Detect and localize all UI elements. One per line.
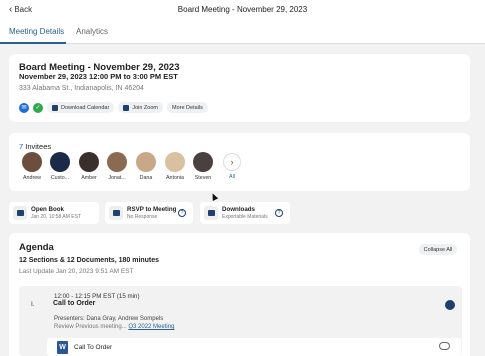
open-book-card[interactable]: Open Book Jan 20, 10:58 AM EST [9,202,99,224]
join-zoom-button[interactable]: Join Zoom [118,102,163,113]
calendar-icon [52,104,58,111]
active-tab-indicator [0,42,66,44]
check-icon[interactable]: ✓ [33,102,43,113]
invitee[interactable]: Amber [76,152,102,181]
video-icon [123,104,130,111]
rsvp-card[interactable]: RSVP to Meeting No Response ? [105,202,193,224]
avatar [79,152,99,172]
agenda-title: Agenda [19,242,54,253]
book-icon [13,206,27,220]
invitee[interactable]: Antonia [162,152,188,181]
agenda-summary: 12 Sections & 12 Documents, 180 minutes [19,257,160,264]
invitees-label: Invitees [25,142,52,151]
downloads-card[interactable]: Downloads Exportable Materials ? [200,202,290,224]
agenda-item-time: 12:00 - 12:15 PM EST (15 min) [54,293,140,300]
avatar [193,152,213,172]
info-icon[interactable]: ? [275,209,283,217]
tab-meeting-details[interactable]: Meeting Details [9,27,64,36]
previous-meeting-link[interactable]: Q3 2022 Meeting [128,324,174,330]
tab-analytics[interactable]: Analytics [76,27,108,36]
meeting-address: 333 Alabama St., Indianapolis, IN 46204 [19,85,144,92]
view-all-invitees[interactable]: › All [219,152,245,180]
invitee-count: 7 [19,142,24,151]
meeting-actions: ✉ ✓ Download Calendar Join Zoom More Det… [19,102,208,113]
avatar [136,152,156,172]
avatar [107,152,127,172]
agenda-last-update: Last Update Jan 20, 2023 9:51 AM EST [19,268,134,275]
invitee[interactable]: Andrew [19,152,45,181]
download-calendar-button[interactable]: Download Calendar [47,102,115,113]
agenda-item-review: Review Previous meeting... Q3 2022 Meeti… [54,324,175,330]
more-details-button[interactable]: More Details [167,102,208,113]
info-icon[interactable]: ? [178,209,186,217]
avatar [165,152,185,172]
email-icon[interactable]: ✉ [19,102,29,113]
collapse-all-button[interactable]: Collapse All [419,244,457,255]
invitee[interactable]: Dana [133,152,159,181]
document-name: Call To Order [74,344,113,351]
avatar [22,152,42,172]
agenda-document-row[interactable]: W Call To Order [47,338,461,356]
tab-bar: Meeting Details Analytics [0,22,485,44]
invitee[interactable]: Custo... [47,152,73,181]
page-title: Board Meeting - November 29, 2023 [177,5,308,14]
agenda-item-presenters: Presenters: Dana Gray, Andrew Sompels [54,316,164,322]
top-bar: ‹ Back Board Meeting - November 29, 2023 [0,0,485,22]
cloud-download-icon[interactable] [439,342,450,350]
invitee[interactable]: Steven [190,152,216,181]
chevron-right-icon: › [223,153,241,171]
cloud-download-icon [204,206,218,220]
invitee[interactable]: Jonat... [104,152,130,181]
agenda-item-name[interactable]: Call to Order [53,300,95,307]
meeting-datetime: November 29, 2023 12:00 PM to 3:00 PM ES… [19,72,178,81]
status-icon[interactable] [445,300,455,310]
word-document-icon: W [57,341,68,354]
mouse-cursor [209,192,219,201]
calendar-icon [109,206,123,220]
avatar [50,152,70,172]
agenda-item-number: I. [31,301,35,308]
invitees-heading: 7 Invitees [19,142,51,151]
